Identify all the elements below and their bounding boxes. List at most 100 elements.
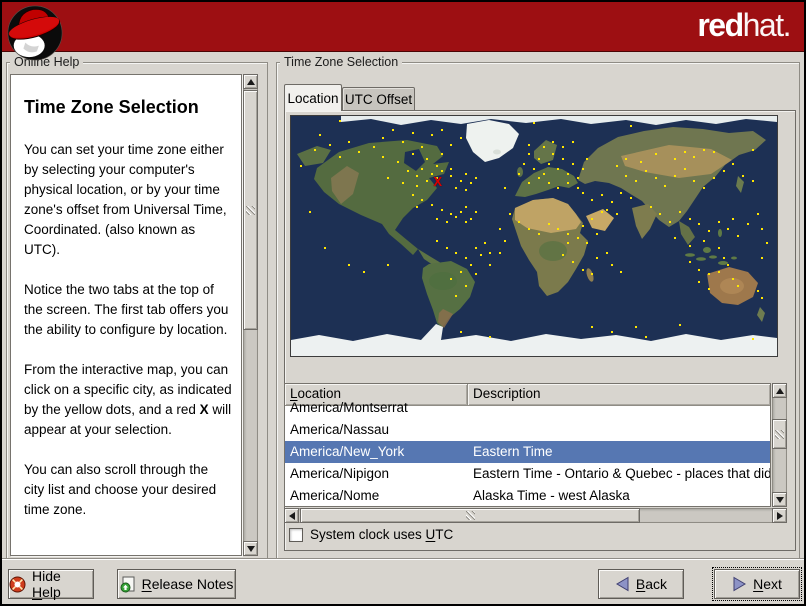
city-dot[interactable] <box>528 153 531 156</box>
city-dot[interactable] <box>392 129 395 132</box>
city-dot[interactable] <box>469 218 472 221</box>
city-dot[interactable] <box>683 167 686 170</box>
city-dot[interactable] <box>639 160 642 163</box>
city-dot[interactable] <box>620 191 623 194</box>
city-dot[interactable] <box>464 220 467 223</box>
city-dot[interactable] <box>421 199 424 201</box>
city-dot[interactable] <box>387 177 390 180</box>
city-dot[interactable] <box>489 263 492 266</box>
city-dot[interactable] <box>557 167 560 170</box>
city-dot[interactable] <box>562 158 565 161</box>
city-dot[interactable] <box>440 208 443 211</box>
city-dot[interactable] <box>581 191 584 194</box>
city-dot[interactable] <box>727 263 730 266</box>
city-dot[interactable] <box>401 141 404 144</box>
city-dot[interactable] <box>464 189 467 192</box>
city-dot[interactable] <box>435 165 438 168</box>
city-dot[interactable] <box>469 263 472 266</box>
city-dot[interactable] <box>581 225 584 228</box>
city-dot[interactable] <box>766 242 769 245</box>
city-dot[interactable] <box>557 227 560 230</box>
city-dot[interactable] <box>518 220 521 223</box>
city-dot[interactable] <box>440 153 443 156</box>
city-dot[interactable] <box>717 247 720 249</box>
city-dot[interactable] <box>387 263 390 266</box>
city-dot[interactable] <box>630 124 633 127</box>
system-clock-utc-checkbox[interactable] <box>289 527 303 542</box>
city-dot[interactable] <box>435 239 438 242</box>
city-dot[interactable] <box>761 256 764 259</box>
city-dot[interactable] <box>474 247 477 249</box>
city-dot[interactable] <box>518 172 521 175</box>
city-dot[interactable] <box>576 177 579 180</box>
city-dot[interactable] <box>328 143 331 146</box>
city-dot[interactable] <box>528 227 531 230</box>
back-button[interactable]: Back <box>598 569 684 599</box>
city-dot[interactable] <box>610 331 613 333</box>
city-dot[interactable] <box>688 218 691 221</box>
city-dot[interactable] <box>605 251 608 254</box>
city-dot[interactable] <box>426 179 429 182</box>
city-dot[interactable] <box>707 273 710 276</box>
city-dot[interactable] <box>411 153 414 156</box>
table-row[interactable]: America/Nome Alaska Time - west Alaska <box>285 485 770 506</box>
city-dot[interactable] <box>673 175 676 177</box>
city-dot[interactable] <box>450 278 453 281</box>
city-dot[interactable] <box>722 256 725 259</box>
city-dot[interactable] <box>401 182 404 185</box>
city-dot[interactable] <box>464 172 467 175</box>
city-dot[interactable] <box>562 146 565 149</box>
city-dot[interactable] <box>571 261 574 264</box>
city-dot[interactable] <box>450 143 453 146</box>
city-dot[interactable] <box>489 251 492 254</box>
tab-location[interactable]: Location <box>284 84 342 111</box>
city-dot[interactable] <box>435 218 438 221</box>
city-dot[interactable] <box>693 155 696 158</box>
city-dot[interactable] <box>537 177 540 180</box>
city-dot[interactable] <box>678 211 681 213</box>
city-dot[interactable] <box>484 242 487 245</box>
city-dot[interactable] <box>498 227 501 230</box>
city-dot[interactable] <box>455 215 458 218</box>
city-dot[interactable] <box>751 179 754 182</box>
city-dot[interactable] <box>581 167 584 170</box>
city-dot[interactable] <box>523 163 526 165</box>
city-dot[interactable] <box>581 268 584 271</box>
city-dot[interactable] <box>348 263 351 266</box>
city-dot[interactable] <box>338 119 341 122</box>
city-dot[interactable] <box>503 239 506 242</box>
city-dot[interactable] <box>673 158 676 161</box>
city-dot[interactable] <box>630 196 633 199</box>
city-dot[interactable] <box>528 182 531 185</box>
city-dot[interactable] <box>567 172 570 175</box>
city-dot[interactable] <box>547 182 550 185</box>
city-dot[interactable] <box>562 254 565 257</box>
city-dot[interactable] <box>455 295 458 297</box>
city-dot[interactable] <box>464 206 467 209</box>
table-row[interactable]: America/Nassau <box>285 419 770 441</box>
help-scroll-up-button[interactable] <box>243 74 258 89</box>
city-dot[interactable] <box>464 256 467 259</box>
city-dot[interactable] <box>591 273 594 276</box>
city-dot[interactable] <box>688 261 691 264</box>
city-dot[interactable] <box>649 206 652 209</box>
table-scroll-down-button[interactable] <box>772 492 787 507</box>
city-dot[interactable] <box>338 155 341 158</box>
table-scroll-left-button[interactable] <box>284 508 299 523</box>
city-dot[interactable] <box>615 165 618 168</box>
city-dot[interactable] <box>416 175 419 177</box>
hide-help-button[interactable]: Hide Help <box>8 568 94 600</box>
city-dot[interactable] <box>533 167 535 170</box>
city-dot[interactable] <box>635 326 638 329</box>
city-dot[interactable] <box>396 160 399 163</box>
city-dot[interactable] <box>547 163 550 165</box>
city-dot[interactable] <box>421 146 424 149</box>
city-dot[interactable] <box>474 273 477 276</box>
table-hscrollbar[interactable] <box>284 508 787 523</box>
city-dot[interactable] <box>460 271 463 273</box>
next-button[interactable]: Next <box>712 567 802 601</box>
city-dot[interactable] <box>557 187 560 189</box>
table-scroll-right-button[interactable] <box>772 508 787 523</box>
city-dot[interactable] <box>460 179 463 182</box>
city-dot[interactable] <box>761 297 764 300</box>
